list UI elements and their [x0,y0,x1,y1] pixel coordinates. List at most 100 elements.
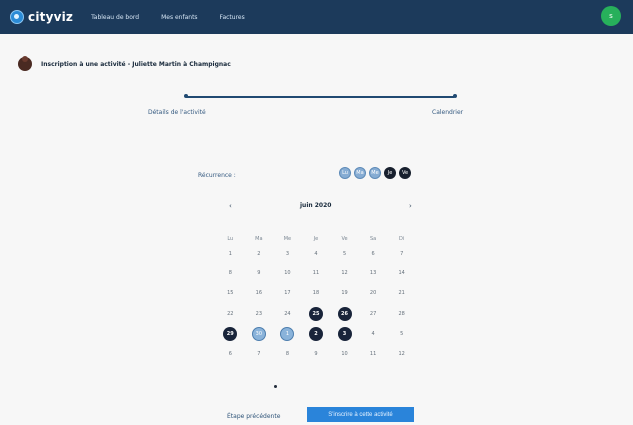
calendar-day[interactable]: 30 [245,325,274,343]
step-1-dot [184,94,188,98]
calendar-day[interactable]: 7 [387,245,416,263]
previous-month-arrow-icon[interactable]: ‹ [229,202,232,210]
calendar-day[interactable]: 10 [330,345,359,363]
calendar-day[interactable]: 20 [359,284,388,302]
calendar-day-number: 3 [285,251,289,257]
calendar-day[interactable]: 28 [387,305,416,323]
calendar-day[interactable]: 8 [273,345,302,363]
calendar-day[interactable]: 4 [359,325,388,343]
page-header: Inscription à une activité - Juliette Ma… [18,56,231,71]
calendar-day-number: 9 [314,351,318,357]
calendar-day[interactable]: 1 [216,245,245,263]
calendar-day-number: 10 [284,270,291,276]
calendar-day-number: 7 [257,351,261,357]
day-chip-tuesday[interactable]: Ma [354,167,366,179]
calendar-day[interactable]: 5 [387,325,416,343]
calendar-day[interactable]: 14 [387,264,416,282]
calendar-day[interactable]: 12 [330,264,359,282]
day-chip-monday[interactable]: Lu [339,167,351,179]
calendar-day-number: 9 [257,270,261,276]
calendar-day-number: 12 [341,270,348,276]
calendar-day-number: 12 [398,351,405,357]
calendar-day-number: 26 [337,307,352,321]
previous-step-button[interactable]: Étape précédente [227,413,280,420]
calendar-day-number: 6 [228,351,232,357]
calendar-day[interactable]: 6 [216,345,245,363]
calendar-day[interactable]: 17 [273,284,302,302]
calendar-month-title: juin 2020 [300,202,332,209]
calendar-day-number: 15 [227,290,234,296]
calendar-day[interactable]: 3 [330,325,359,343]
nav-invoices[interactable]: Factures [220,14,245,21]
calendar-day[interactable]: 18 [302,284,331,302]
calendar-day-number: 13 [369,270,377,276]
cityviz-logo[interactable]: cityviz [10,10,73,24]
calendar-day[interactable]: 2 [245,245,274,263]
calendar-day[interactable]: 5 [330,245,359,263]
cityviz-logo-icon [10,10,24,24]
calendar-day-number: 10 [341,351,348,357]
calendar-day[interactable]: 11 [359,345,388,363]
nav-my-children[interactable]: Mes enfants [161,14,197,21]
recurrence-day-chips: Lu Ma Me Je Ve [339,167,411,179]
logo-text: cityviz [28,10,74,24]
calendar-day-number: 24 [284,311,291,317]
calendar-day[interactable]: 3 [273,245,302,263]
calendar-day-number: 28 [398,311,405,317]
calendar-day-number: 22 [227,311,234,317]
calendar-day[interactable]: 9 [245,264,274,282]
calendar-day[interactable]: 4 [302,245,331,263]
calendar-day-number: 6 [371,251,375,257]
calendar-day-number: 8 [285,351,289,357]
calendar-day[interactable]: 23 [245,305,274,323]
calendar-day[interactable]: 2 [302,325,331,343]
calendar-week-row: 22 23 24 25 26 27 28 [216,305,416,323]
calendar-day-number: 17 [284,290,291,296]
calendar-day-number: 1 [228,251,232,257]
calendar-week-row: 6 7 8 9 10 11 12 [216,345,416,363]
dot-indicator [274,385,277,388]
calendar-day[interactable]: 19 [330,284,359,302]
calendar-day-number: 5 [342,251,347,257]
calendar-day[interactable]: 7 [245,345,274,363]
step-2-label: Calendrier [432,109,464,116]
calendar-day[interactable]: 6 [359,245,388,263]
calendar-day[interactable]: 21 [387,284,416,302]
calendar-day[interactable]: 24 [273,305,302,323]
calendar-day[interactable]: 22 [216,305,245,323]
calendar-day[interactable]: 29 [216,325,245,343]
calendar-day-number: 19 [341,290,348,296]
calendar-day-number: 8 [228,270,232,276]
calendar-day[interactable]: 16 [245,284,274,302]
calendar-day[interactable]: 26 [330,305,359,323]
calendar-day[interactable]: 15 [216,284,245,302]
step-1-label: Détails de l'activité [148,109,206,116]
calendar-day[interactable]: 11 [302,264,331,282]
calendar-day[interactable]: 8 [216,264,245,282]
calendar-day[interactable]: 25 [302,305,331,323]
calendar-day-number: 25 [308,307,323,321]
calendar-day-number: 2 [308,327,323,341]
day-chip-thursday[interactable]: Je [384,167,396,179]
calendar-day-number: 5 [400,331,404,337]
calendar-day-number: 3 [337,327,352,341]
day-chip-wednesday[interactable]: Me [369,167,381,179]
day-chip-friday[interactable]: Ve [399,167,411,179]
stepper-line [186,96,454,98]
calendar-day-number: 23 [255,311,263,317]
calendar-day[interactable]: 27 [359,305,388,323]
calendar-day[interactable]: 10 [273,264,302,282]
calendar-day[interactable]: 1 [273,325,302,343]
calendar-day-number: 4 [314,251,318,257]
nav-dashboard[interactable]: Tableau de bord [91,14,139,21]
calendar-day[interactable]: 12 [387,345,416,363]
calendar-day-number: 14 [398,270,405,276]
calendar-week-row: 15 16 17 18 19 20 21 [216,284,416,302]
register-activity-button[interactable]: S'inscrire à cette activité [307,407,414,422]
user-avatar[interactable]: s [601,6,621,26]
next-month-arrow-icon[interactable]: › [409,202,412,210]
calendar-day[interactable]: 9 [302,345,331,363]
calendar-day-number: 29 [223,327,238,341]
top-navigation-bar: cityviz Tableau de bord Mes enfants Fact… [0,0,633,34]
calendar-day[interactable]: 13 [359,264,388,282]
